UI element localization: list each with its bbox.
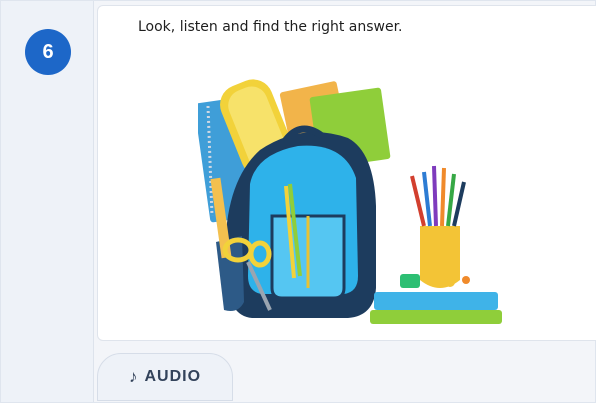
pencil-cup-icon (410, 165, 466, 288)
question-number-column: 6 (1, 1, 94, 402)
question-card: Look, listen and find the right answer. (97, 5, 596, 341)
music-note-icon: ♪ (128, 367, 139, 386)
question-prompt: Look, listen and find the right answer. (138, 19, 403, 35)
question-number-badge: 6 (25, 29, 71, 75)
audio-button-label: AUDIO (144, 368, 202, 385)
audio-button[interactable]: ♪ AUDIO (97, 353, 233, 401)
backpack-illustration (198, 79, 502, 324)
